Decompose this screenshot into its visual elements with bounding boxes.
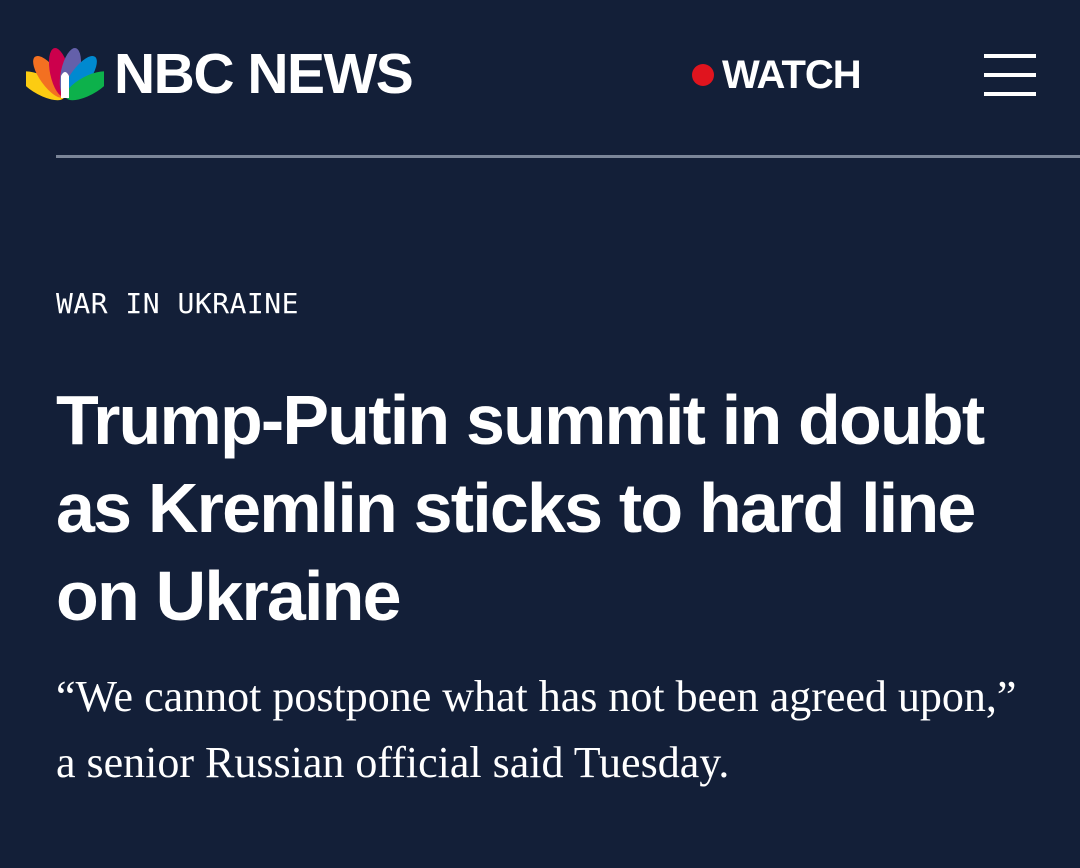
hamburger-menu-icon[interactable]	[982, 52, 1038, 98]
watch-label: WATCH	[722, 53, 862, 97]
peacock-body	[61, 72, 69, 98]
menu-bar-middle	[984, 73, 1036, 77]
article-headline[interactable]: Trump-Putin summit in doubt as Kremlin s…	[56, 376, 1056, 640]
brand-name: NBC NEWS	[114, 41, 414, 106]
header-divider	[56, 155, 1080, 158]
live-dot-icon	[692, 64, 714, 86]
menu-bar-bottom	[984, 92, 1036, 96]
section-label[interactable]: WAR IN UKRAINE	[56, 290, 299, 318]
nbc-news-logo[interactable]: NBC NEWS	[26, 41, 414, 106]
menu-bar-top	[984, 54, 1036, 58]
article-dek: “We cannot postpone what has not been ag…	[56, 672, 1017, 787]
site-header: NBC NEWS WATCH	[0, 0, 1080, 157]
watch-button[interactable]: WATCH	[692, 52, 862, 98]
nbc-peacock-icon	[26, 48, 104, 101]
